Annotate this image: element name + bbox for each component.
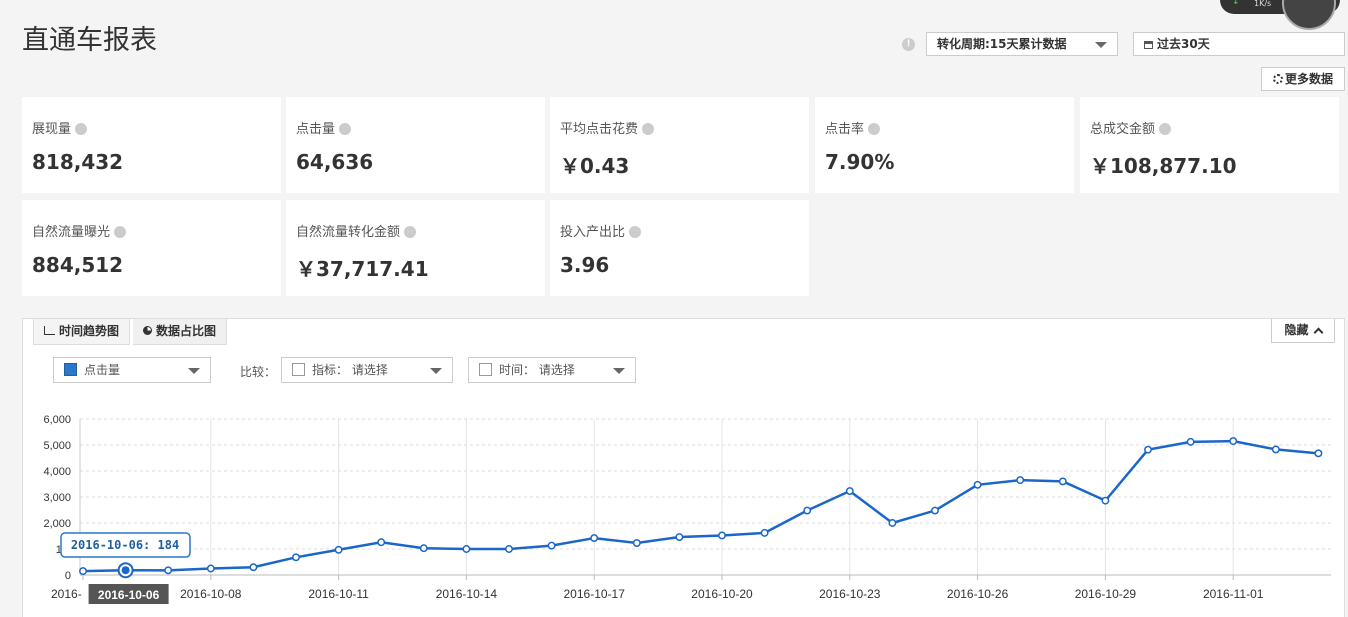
conversion-period-select[interactable]: 转化周期:15天累计数据 — [926, 32, 1118, 56]
metric-label: 平均点击花费 — [560, 122, 639, 137]
speed-text: 1K/s — [1254, 0, 1272, 8]
metric-label: 点击率 — [825, 122, 865, 137]
metric-label: 总成交金额 — [1090, 122, 1156, 137]
x-tick-label: 2016-10-17 — [564, 587, 626, 601]
data-point — [1058, 477, 1067, 486]
metric-label: 自然流量转化金额 — [296, 225, 401, 240]
data-point — [462, 545, 471, 553]
data-point — [164, 566, 173, 575]
speed-ring-icon — [1282, 0, 1336, 30]
metric-value: ￥108,877.10 — [1090, 154, 1237, 178]
help-icon[interactable] — [404, 226, 417, 238]
chart-panel: 时间趋势图 数据占比图 隐藏 点击量 比较： 指标： 请选择 时间： 请选择 0… — [22, 318, 1345, 617]
x-tick-label: 2016-10-14 — [436, 587, 498, 601]
data-point — [1229, 437, 1238, 446]
data-point — [377, 538, 386, 547]
data-point — [1144, 445, 1152, 454]
data-point — [973, 480, 982, 489]
data-point — [1101, 496, 1110, 505]
metric-card-impressions: 展现量 818,432 — [22, 97, 281, 193]
metric-label: 自然流量曝光 — [32, 225, 111, 240]
more-data-button[interactable]: 更多数据 — [1261, 67, 1345, 91]
metric-value: 818,432 — [32, 150, 124, 174]
x-tick-label: 2016-10-20 — [691, 587, 753, 601]
data-point — [249, 563, 258, 572]
metric-value: 3.96 — [560, 253, 610, 277]
data-point — [1016, 476, 1025, 485]
data-point — [1186, 437, 1195, 446]
gear-icon — [1272, 74, 1283, 84]
data-point — [803, 506, 812, 515]
x-tick-label: 2016-11-01 — [1203, 587, 1264, 601]
help-icon[interactable] — [75, 123, 88, 135]
data-point — [292, 553, 300, 562]
calendar-icon — [1144, 41, 1153, 49]
page-title: 直通车报表 — [22, 25, 157, 56]
metric-value: 64,636 — [296, 150, 374, 174]
info-icon[interactable]: ! — [902, 38, 915, 51]
metric-label: 展现量 — [32, 122, 72, 137]
metric-card-organic-revenue: 自然流量转化金额 ￥37,717.41 — [286, 200, 545, 296]
metric-card-ctr: 点击率 7.90% — [815, 97, 1074, 193]
data-point — [888, 519, 897, 527]
x-tick-label: 2016-10-23 — [819, 587, 881, 601]
x-tick-label: 2016- — [51, 587, 82, 601]
metric-label: 点击量 — [296, 122, 336, 137]
metric-value: ￥0.43 — [560, 154, 630, 178]
metric-card-organic-exposure: 自然流量曝光 884,512 — [22, 200, 281, 296]
help-icon[interactable] — [339, 123, 352, 135]
x-tick-label: 2016-10-29 — [1075, 587, 1137, 601]
y-tick-label: 0 — [65, 570, 71, 582]
data-point — [547, 541, 556, 550]
date-range-label: 过去30天 — [1157, 37, 1210, 51]
y-tick-label: 6,000 — [43, 414, 71, 426]
down-arrow-icon: ↓ — [1232, 0, 1240, 7]
conversion-period-label: 转化周期:15天累计数据 — [937, 37, 1067, 51]
data-point — [206, 564, 215, 573]
x-tick-label: 2016-10-26 — [947, 587, 1009, 601]
data-point — [505, 545, 513, 553]
help-icon[interactable] — [629, 226, 642, 238]
data-point — [1271, 445, 1280, 454]
y-tick-label: 2,000 — [43, 518, 71, 530]
metric-card-avg-cpc: 平均点击花费 ￥0.43 — [550, 97, 809, 193]
help-icon[interactable] — [114, 226, 127, 238]
data-point — [845, 487, 854, 495]
data-point — [79, 567, 87, 576]
metric-value: ￥37,717.41 — [296, 257, 429, 281]
date-range-select[interactable]: 过去30天 — [1133, 32, 1345, 56]
trend-line-chart[interactable]: 01,02,0003,0004,0005,0006,0002016-2016-1… — [23, 319, 1346, 617]
data-point — [931, 506, 939, 515]
series-line — [82, 439, 1319, 573]
data-point — [334, 545, 343, 554]
metric-card-clicks: 点击量 64,636 — [286, 97, 545, 193]
x-highlight-label: 2016-10-06 — [98, 588, 160, 602]
data-point — [632, 539, 641, 547]
help-icon[interactable] — [1159, 123, 1172, 135]
data-point — [675, 533, 684, 541]
highlighted-point-core — [121, 566, 130, 575]
chevron-down-icon — [1095, 42, 1107, 48]
data-point — [760, 528, 769, 537]
data-point — [419, 544, 428, 553]
x-tick-label: 2016-10-11 — [308, 587, 369, 601]
more-data-label: 更多数据 — [1284, 72, 1333, 86]
y-tick-label: 5,000 — [43, 440, 71, 452]
metric-label: 投入产出比 — [560, 225, 626, 240]
help-icon[interactable] — [642, 123, 655, 135]
metric-value: 7.90% — [825, 150, 895, 174]
metric-value: 884,512 — [32, 253, 124, 277]
y-tick-label: 3,000 — [43, 492, 71, 504]
y-tick-label: 4,000 — [43, 466, 71, 478]
data-point — [590, 534, 599, 543]
network-speed-widget: ↓ 1K/s — [1220, 0, 1340, 30]
help-icon[interactable] — [868, 123, 881, 135]
metric-card-total-revenue: 总成交金额 ￥108,877.10 — [1080, 97, 1339, 193]
x-tick-label: 2016-10-08 — [180, 587, 242, 601]
data-point — [718, 531, 726, 540]
metric-card-roi: 投入产出比 3.96 — [550, 200, 809, 296]
data-point — [1314, 449, 1323, 458]
tooltip-text: 2016-10-06: 184 — [71, 538, 179, 552]
